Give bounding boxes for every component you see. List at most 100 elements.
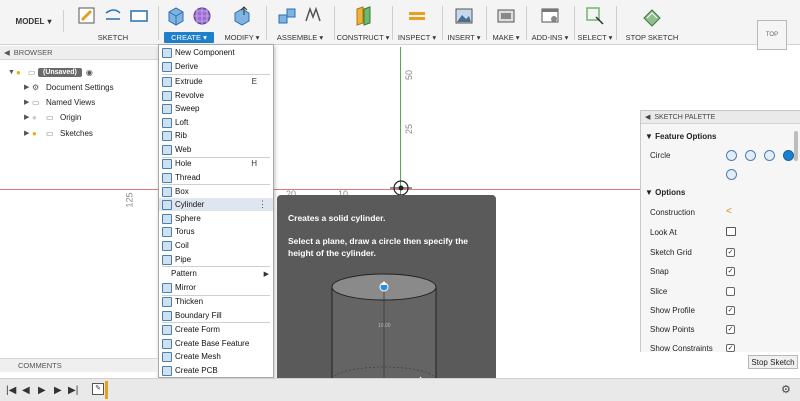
browser-item-origin[interactable]: ▶ ● ▭ Origin [24, 110, 81, 124]
offset-plane-icon[interactable] [352, 5, 374, 27]
palette-scrollbar[interactable] [794, 131, 798, 161]
menu-item-thicken[interactable]: Thicken [159, 295, 273, 308]
tangent-circle-icon[interactable] [783, 150, 794, 161]
show-points-checkbox[interactable]: ✓ [726, 325, 735, 334]
lightbulb-icon[interactable]: ● [16, 68, 28, 77]
menu-item-thread[interactable]: Thread [159, 171, 273, 184]
toolbar-group-insert[interactable]: INSERT ▾ [444, 2, 484, 44]
step-forward-icon[interactable]: ▶ [54, 385, 62, 396]
toolbar-group-sketch[interactable]: SKETCH [70, 2, 156, 44]
menu-item-pattern[interactable]: Pattern ▶ [159, 267, 273, 280]
menu-item-revolve[interactable]: Revolve [159, 89, 273, 102]
arc-icon[interactable] [102, 5, 124, 27]
scripts-addins-icon[interactable] [539, 5, 561, 27]
timeline-sketch-feature-icon[interactable]: ✎ [92, 383, 104, 395]
browser-item-root[interactable]: ▼ ● ▭ (Unsaved) ◉ [8, 65, 93, 79]
toolbar-group-add-ins[interactable]: ADD-INS ▾ [528, 2, 572, 44]
menu-item-create-mesh[interactable]: Create Mesh [159, 350, 273, 363]
sketch-grid-checkbox[interactable]: ✓ [726, 248, 735, 257]
box-solid-icon[interactable] [165, 5, 187, 27]
menu-item-boundary-fill[interactable]: Boundary Fill [159, 309, 273, 322]
menu-item-create-base-feature[interactable]: Create Base Feature [159, 337, 273, 350]
menu-item-sphere[interactable]: Sphere [159, 212, 273, 225]
toolbar-group-create[interactable]: CREATE ▾ [160, 2, 218, 44]
menu-item-cylinder[interactable]: Cylinder ⋮ [159, 198, 273, 211]
menu-item-create-form[interactable]: Create Form [159, 323, 273, 336]
collapse-arrow-icon[interactable]: ◀ [645, 113, 650, 121]
menu-item-create-pcb[interactable]: Create PCB [159, 364, 273, 377]
lightbulb-icon[interactable]: ● [32, 129, 46, 138]
go-to-end-icon[interactable]: ▶| [68, 385, 78, 396]
options-section[interactable]: ▼ Options [645, 188, 685, 197]
toolbar-group-inspect[interactable]: INSPECT ▾ [394, 2, 440, 44]
press-pull-icon[interactable] [231, 5, 253, 27]
collapse-arrow-icon[interactable]: ◀ [4, 48, 10, 57]
three-tangent-circle-icon[interactable] [726, 169, 737, 180]
feature-options-section[interactable]: ▼ Feature Options [645, 132, 716, 141]
toolbar-group-select[interactable]: SELECT ▾ [576, 2, 614, 44]
new-component-icon[interactable] [276, 5, 298, 27]
3d-print-icon[interactable] [495, 5, 517, 27]
gear-icon[interactable]: ⚙ [781, 383, 791, 396]
toolbar-group-modify[interactable]: MODIFY ▾ [220, 2, 264, 44]
joint-icon[interactable] [302, 5, 324, 27]
sphere-grid-icon[interactable] [191, 5, 213, 27]
menu-item-box[interactable]: Box [159, 185, 273, 198]
show-constraints-checkbox[interactable]: ✓ [726, 344, 735, 352]
cylinder-tooltip: Creates a solid cylinder. Select a plane… [277, 195, 496, 401]
menu-item-derive[interactable]: Derive [159, 60, 273, 73]
show-profile-checkbox[interactable]: ✓ [726, 306, 735, 315]
select-window-icon[interactable] [584, 5, 606, 27]
menu-item-loft[interactable]: Loft [159, 116, 273, 129]
lightbulb-off-icon[interactable]: ● [32, 113, 46, 122]
expand-triangle-icon[interactable]: ▶ [24, 129, 32, 137]
menu-item-mirror[interactable]: Mirror [159, 281, 273, 294]
browser-item-sketches[interactable]: ▶ ● ▭ Sketches [24, 126, 93, 140]
measure-icon[interactable] [406, 5, 428, 27]
collapse-triangle-icon[interactable]: ▼ [8, 69, 16, 76]
expand-triangle-icon[interactable]: ▶ [24, 98, 32, 106]
viewcube[interactable]: TOP [757, 20, 787, 50]
toolbar-group-make[interactable]: MAKE ▾ [488, 2, 524, 44]
menu-item-sweep[interactable]: Sweep [159, 102, 273, 115]
rectangle-icon[interactable] [128, 5, 150, 27]
expand-triangle-icon[interactable]: ▶ [24, 113, 32, 121]
play-icon[interactable]: ▶ [38, 385, 46, 396]
browser-item-named-views[interactable]: ▶ ▭ Named Views [24, 95, 95, 109]
menu-item-hole[interactable]: Hole H [159, 157, 273, 170]
workspace-switcher[interactable]: MODEL ▾ [4, 10, 64, 32]
rib-icon [162, 130, 172, 141]
go-to-start-icon[interactable]: |◀ [6, 385, 16, 396]
menu-item-torus[interactable]: Torus [159, 225, 273, 238]
palette-header[interactable]: ◀ SKETCH PALETTE [641, 111, 800, 124]
toolbar-group-stop-sketch[interactable]: STOP SKETCH [618, 2, 686, 44]
center-diameter-circle-icon[interactable] [726, 150, 737, 161]
stop-sketch-button[interactable]: Stop Sketch [748, 355, 798, 369]
three-point-circle-icon[interactable] [764, 150, 775, 161]
step-back-icon[interactable]: ◀ [22, 385, 30, 396]
stop-sketch-icon[interactable] [641, 5, 663, 27]
comments-panel[interactable]: COMMENTS [0, 358, 158, 372]
slice-checkbox[interactable] [726, 287, 735, 296]
browser-header[interactable]: ◀ BROWSER [0, 46, 160, 60]
toolbar-group-construct[interactable]: CONSTRUCT ▾ [336, 2, 390, 44]
more-options-icon[interactable]: ⋮ [258, 199, 267, 210]
look-at-icon[interactable] [726, 227, 736, 236]
construction-toggle-icon[interactable]: < [726, 206, 732, 217]
menu-item-new-component[interactable]: New Component [159, 46, 273, 59]
cylinder-icon [162, 199, 172, 210]
menu-item-rib[interactable]: Rib [159, 129, 273, 142]
insert-image-icon[interactable] [453, 5, 475, 27]
timeline-marker[interactable] [105, 381, 108, 399]
menu-item-coil[interactable]: Coil [159, 239, 273, 252]
menu-item-extrude[interactable]: Extrude E [159, 75, 273, 88]
toolbar-group-assemble[interactable]: ASSEMBLE ▾ [268, 2, 332, 44]
two-point-circle-icon[interactable] [745, 150, 756, 161]
menu-item-web[interactable]: Web [159, 143, 273, 156]
activate-radio-icon[interactable]: ◉ [86, 68, 93, 77]
menu-item-pipe[interactable]: Pipe [159, 253, 273, 266]
browser-item-document-settings[interactable]: ▶ ⚙ Document Settings [24, 80, 114, 94]
snap-checkbox[interactable]: ✓ [726, 267, 735, 276]
expand-triangle-icon[interactable]: ▶ [24, 83, 32, 91]
sketch-pencil-icon[interactable] [76, 5, 98, 27]
